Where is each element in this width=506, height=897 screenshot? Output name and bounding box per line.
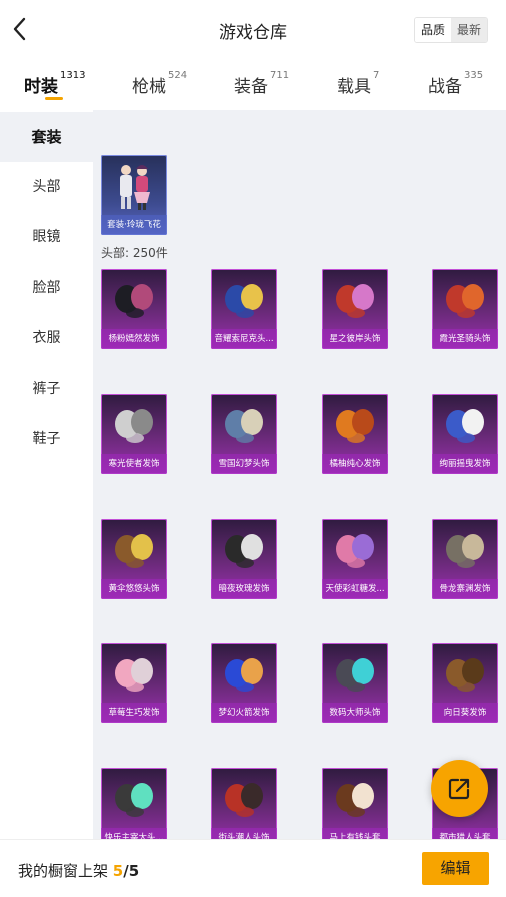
- hair-accessory-icon: [336, 409, 374, 443]
- item-card[interactable]: 天使彩虹糖发...: [322, 519, 388, 599]
- item-label: 套装·玲珑飞花: [101, 215, 167, 235]
- sidebar: 套装 头部 眼镜 脸部 衣服 裤子 鞋子: [0, 110, 93, 897]
- street-hat-icon: [225, 783, 263, 817]
- item-label: 骨龙寨渊发饰: [432, 579, 498, 599]
- shelf-status: 我的橱窗上架 5/5: [18, 860, 139, 881]
- item-card[interactable]: 向日葵发饰: [432, 643, 498, 723]
- hair-accessory-icon: [336, 534, 374, 568]
- item-card[interactable]: 橘柚纯心发饰: [322, 394, 388, 474]
- item-card[interactable]: 黄伞悠悠头饰: [101, 519, 167, 599]
- sonic-headwear-icon: [225, 284, 263, 318]
- sort-toggle[interactable]: 品质 最新: [413, 17, 488, 43]
- share-button[interactable]: [431, 760, 488, 817]
- item-card[interactable]: 梦幻火箭发饰: [211, 643, 277, 723]
- sidebar-item-head[interactable]: 头部: [0, 162, 93, 212]
- tab-equipment[interactable]: 装备711: [234, 70, 290, 97]
- item-label: 雪国幻梦头饰: [211, 454, 277, 474]
- shelf-count: 5: [112, 862, 124, 880]
- tab-guns[interactable]: 枪械524: [132, 70, 188, 97]
- item-label: 梦幻火箭发饰: [211, 703, 277, 723]
- tab-count: 1313: [60, 70, 86, 81]
- horse-mask-icon: [336, 783, 374, 817]
- sidebar-item-glasses[interactable]: 眼镜: [0, 212, 93, 262]
- item-label: 暗夜玫瑰发饰: [211, 579, 277, 599]
- rocket-hair-icon: [225, 658, 263, 692]
- section-heading: 头部: 250件: [101, 246, 168, 260]
- share-external-icon: [448, 778, 470, 800]
- sidebar-item-suit[interactable]: 套装: [0, 112, 93, 162]
- robot-head-icon: [115, 783, 153, 817]
- umbrella-headwear-icon: [115, 534, 153, 568]
- tab-count: 7: [373, 70, 380, 81]
- category-tabs: 时装1313 枪械524 装备711 载具7 战备335: [0, 58, 506, 110]
- item-card[interactable]: 寒光使者发饰: [101, 394, 167, 474]
- item-card[interactable]: 马上有钱头套: [322, 768, 388, 848]
- tab-count: 711: [270, 70, 290, 81]
- item-label: 霞光圣骑头饰: [432, 329, 498, 349]
- item-label: 数码大师头饰: [322, 703, 388, 723]
- item-label: 天使彩虹糖发...: [322, 579, 388, 599]
- item-card[interactable]: 数码大师头饰: [322, 643, 388, 723]
- knight-helmet-icon: [446, 284, 484, 318]
- tab-label: 战备: [428, 77, 462, 97]
- item-label: 星之彼岸头饰: [322, 329, 388, 349]
- tab-fashion[interactable]: 时装1313: [24, 70, 86, 97]
- item-card[interactable]: 快乐主宰大头...: [101, 768, 167, 848]
- item-card[interactable]: 雪国幻梦头饰: [211, 394, 277, 474]
- item-label: 音耀索尼克头...: [211, 329, 277, 349]
- item-card[interactable]: 暗夜玫瑰发饰: [211, 519, 277, 599]
- item-label: 向日葵发饰: [432, 703, 498, 723]
- headwear-icon: [225, 409, 263, 443]
- helmet-icon: [336, 658, 374, 692]
- hair-accessory-icon: [446, 534, 484, 568]
- active-tab-indicator: [45, 97, 63, 100]
- hair-accessory-icon: [115, 284, 153, 318]
- shelf-label: 我的橱窗上架: [18, 862, 109, 880]
- sidebar-item-face[interactable]: 脸部: [0, 263, 93, 313]
- sidebar-item-pants[interactable]: 裤子: [0, 364, 93, 414]
- bottom-bar: 我的橱窗上架 5/5 编辑: [0, 839, 506, 897]
- sidebar-item-clothes[interactable]: 衣服: [0, 313, 93, 363]
- item-card[interactable]: 骨龙寨渊发饰: [432, 519, 498, 599]
- item-card[interactable]: 杨粉嫣然发饰: [101, 269, 167, 349]
- tab-count: 524: [168, 70, 188, 81]
- tab-label: 时装: [24, 77, 58, 97]
- tab-supplies[interactable]: 战备335: [428, 70, 484, 97]
- item-label: 橘柚纯心发饰: [322, 454, 388, 474]
- tab-vehicles[interactable]: 载具7: [337, 70, 380, 97]
- item-label: 黄伞悠悠头饰: [101, 579, 167, 599]
- item-label: 绚丽摇曳发饰: [432, 454, 498, 474]
- sunflower-hair-icon: [446, 658, 484, 692]
- tab-count: 335: [464, 70, 484, 81]
- sort-option-quality[interactable]: 品质: [414, 18, 451, 42]
- edit-button[interactable]: 编辑: [422, 852, 489, 885]
- strawberry-hair-icon: [115, 658, 153, 692]
- hair-accessory-icon: [446, 409, 484, 443]
- suit-item-card[interactable]: 套装·玲珑飞花: [101, 155, 167, 235]
- rose-hair-icon: [225, 534, 263, 568]
- tab-label: 枪械: [132, 77, 166, 97]
- item-card[interactable]: 绚丽摇曳发饰: [432, 394, 498, 474]
- item-card[interactable]: 星之彼岸头饰: [322, 269, 388, 349]
- item-label: 寒光使者发饰: [101, 454, 167, 474]
- item-card[interactable]: 街头潮人头饰: [211, 768, 277, 848]
- tab-label: 装备: [234, 77, 268, 97]
- suit-outfit-icon: [120, 165, 150, 210]
- tab-label: 载具: [337, 77, 371, 97]
- item-card[interactable]: 音耀索尼克头...: [211, 269, 277, 349]
- shelf-total: 5: [128, 862, 140, 880]
- hair-accessory-icon: [115, 409, 153, 443]
- star-headwear-icon: [336, 284, 374, 318]
- item-label: 杨粉嫣然发饰: [101, 329, 167, 349]
- top-bar: 游戏仓库 品质 最新: [0, 0, 506, 58]
- item-card[interactable]: 霞光圣骑头饰: [432, 269, 498, 349]
- sort-option-newest[interactable]: 最新: [450, 18, 487, 42]
- item-label: 草莓生巧发饰: [101, 703, 167, 723]
- item-card[interactable]: 草莓生巧发饰: [101, 643, 167, 723]
- sidebar-item-shoes[interactable]: 鞋子: [0, 414, 93, 464]
